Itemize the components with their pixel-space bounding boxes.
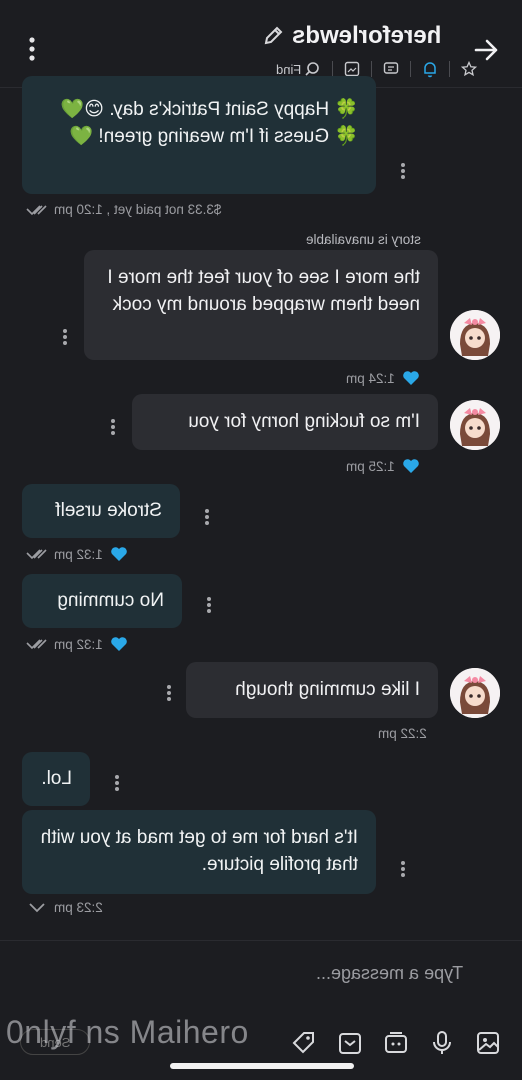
read-checks-icon xyxy=(26,549,47,560)
divider xyxy=(371,61,373,77)
microphone-icon[interactable] xyxy=(428,1029,456,1057)
message-options-icon[interactable] xyxy=(162,682,176,704)
message-bubble-incoming[interactable]: No cumming xyxy=(22,574,182,628)
message-options-icon[interactable] xyxy=(106,416,120,438)
chat-title[interactable]: hereforlewds xyxy=(292,22,441,50)
message-text: I like cumming though xyxy=(235,679,420,700)
message-time: 2:22 pm xyxy=(378,726,427,741)
message-options-icon[interactable] xyxy=(58,326,72,348)
message-time: 2:23 pm xyxy=(54,900,103,915)
message-list[interactable]: 🍀 Happy Saint Patrick's day. 😊💚🍀 Guess i… xyxy=(0,76,522,938)
message-meta: 1:32 pm xyxy=(26,634,129,654)
message-meta: 1:32 pm xyxy=(26,544,129,564)
price-tag-icon[interactable] xyxy=(290,1029,318,1057)
composer-toolbar xyxy=(290,1027,502,1059)
find-label: Find xyxy=(276,61,302,77)
message-options-icon[interactable] xyxy=(396,858,410,880)
heart-icon[interactable] xyxy=(401,368,421,388)
message-bubble-incoming[interactable]: 🍀 Happy Saint Patrick's day. 😊💚🍀 Guess i… xyxy=(22,76,376,194)
message-composer: Type a message... Send xyxy=(0,940,522,1080)
message-text: I'm so fucking horny for you xyxy=(188,411,420,432)
message-meta: 2:23 pm xyxy=(26,900,103,915)
avatar[interactable] xyxy=(450,310,500,360)
avatar[interactable] xyxy=(450,668,500,718)
send-label: Send xyxy=(39,1034,71,1050)
heart-icon[interactable] xyxy=(109,544,129,564)
message-bubble-outgoing[interactable]: I'm so fucking horny for you xyxy=(132,394,438,450)
message-meta: 2:22 pm xyxy=(378,726,427,741)
read-checks-icon xyxy=(26,639,47,650)
message-options-icon[interactable] xyxy=(200,506,214,528)
message-bubble-incoming[interactable]: It's hard for me to get mad at you with … xyxy=(22,810,376,894)
heart-icon[interactable] xyxy=(109,634,129,654)
message-bubble-outgoing[interactable]: the more I see of your feet the more I n… xyxy=(84,250,438,360)
message-bubble-incoming[interactable]: Stroke urself xyxy=(22,484,180,538)
message-text: Stroke urself xyxy=(55,500,162,521)
read-checks-icon xyxy=(26,204,47,215)
message-bubble-outgoing[interactable]: I like cumming though xyxy=(186,662,438,718)
divider xyxy=(410,61,412,77)
message-meta: $3.33 not paid yet , 1:20 pm xyxy=(26,202,221,217)
message-price-time: $3.33 not paid yet , 1:20 pm xyxy=(54,202,222,217)
message-time: 1:32 pm xyxy=(54,636,103,652)
vault-icon[interactable] xyxy=(336,1029,364,1057)
send-button[interactable]: Send xyxy=(20,1029,90,1055)
story-unavailable-note: story is unavailable xyxy=(306,232,421,247)
message-icon[interactable] xyxy=(382,60,400,78)
message-input[interactable]: Type a message... xyxy=(316,963,463,984)
message-time: 1:32 pm xyxy=(54,546,103,562)
heart-icon[interactable] xyxy=(401,456,421,476)
chat-title-group: hereforlewds xyxy=(262,20,462,52)
chat-header: hereforlewds Find xyxy=(0,0,522,88)
message-text: 🍀 Happy Saint Patrick's day. 😊💚🍀 Guess i… xyxy=(60,99,358,147)
message-meta: 1:24 pm xyxy=(346,368,421,388)
message-options-icon[interactable] xyxy=(202,594,216,616)
home-indicator[interactable] xyxy=(170,1063,354,1069)
edit-pencil-icon[interactable] xyxy=(262,25,284,47)
media-icon[interactable] xyxy=(382,1029,410,1057)
image-icon[interactable] xyxy=(474,1029,502,1057)
message-time: 1:24 pm xyxy=(346,370,395,386)
more-options-icon[interactable] xyxy=(20,34,44,64)
message-text: the more I see of your feet the more I n… xyxy=(107,267,420,315)
message-text: Lol. xyxy=(41,768,72,789)
message-text: It's hard for me to get mad at you with … xyxy=(40,827,358,875)
message-meta: 1:25 pm xyxy=(346,456,421,476)
notification-bell-icon[interactable] xyxy=(421,60,439,78)
chevron-down-icon[interactable] xyxy=(26,901,48,915)
message-time: 1:25 pm xyxy=(346,458,395,474)
message-text: No cumming xyxy=(57,590,164,611)
star-icon[interactable] xyxy=(460,60,478,78)
divider xyxy=(449,61,451,77)
message-options-icon[interactable] xyxy=(110,772,124,794)
message-bubble-incoming[interactable]: Lol. xyxy=(22,752,90,806)
divider xyxy=(332,61,334,77)
avatar[interactable] xyxy=(450,400,500,450)
message-options-icon[interactable] xyxy=(396,160,410,182)
